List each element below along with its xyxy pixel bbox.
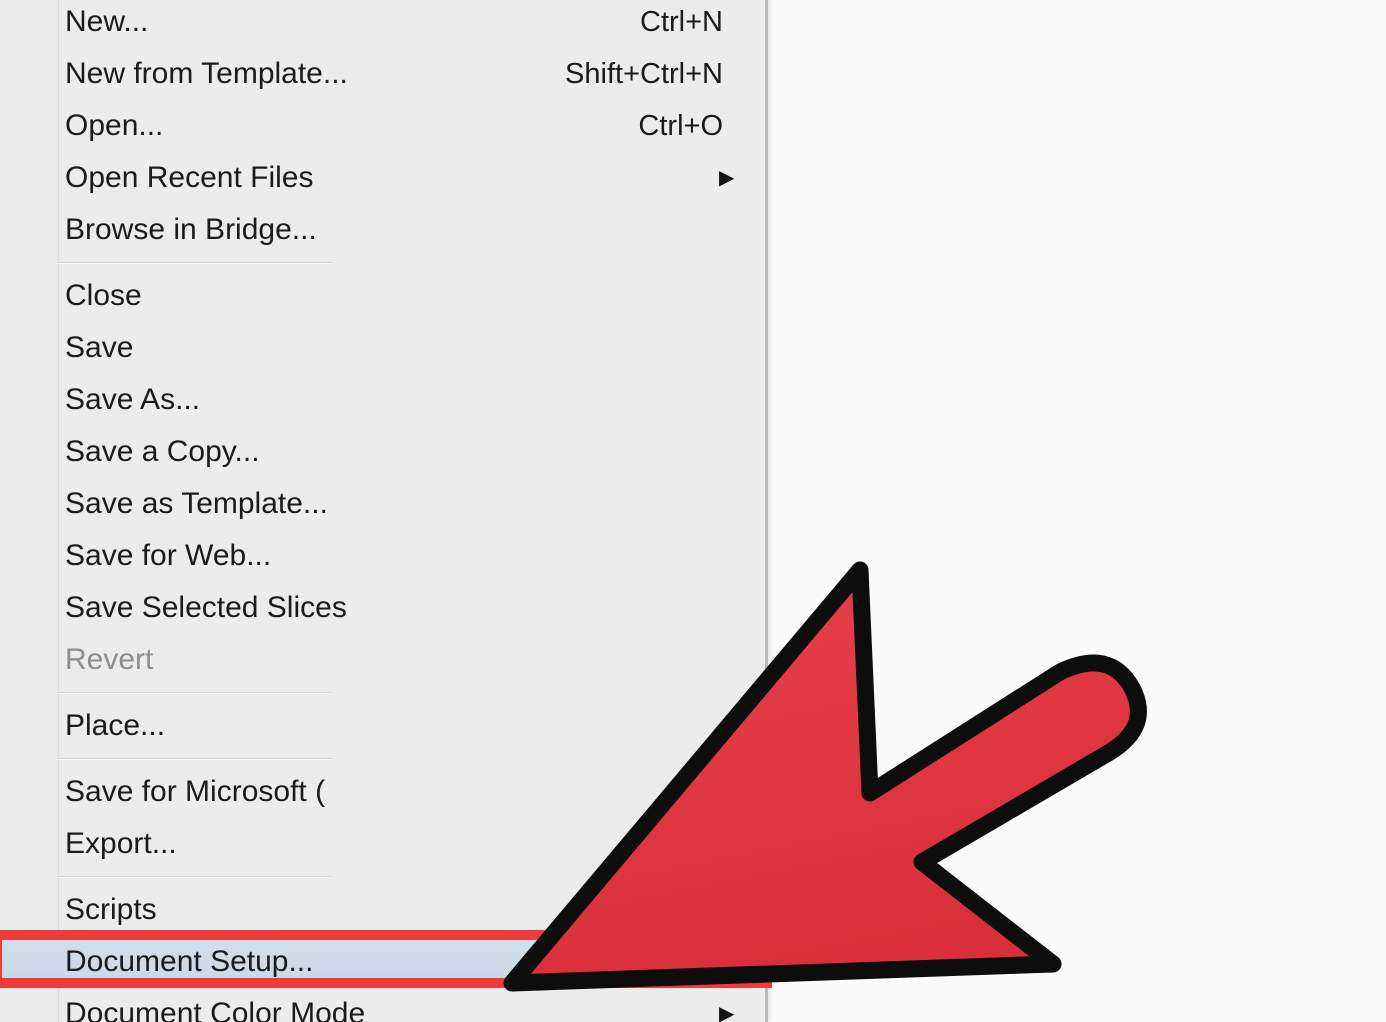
submenu-arrow-icon: ▶ (719, 1003, 735, 1022)
menu-item-scripts[interactable]: Scripts (0, 884, 765, 936)
menu-item-label: Place... (65, 709, 166, 742)
menu-item-browse-in-bridge[interactable]: Browse in Bridge... (0, 204, 765, 256)
menu-item-close[interactable]: Close (0, 270, 765, 322)
menu-item-save-selected-slices[interactable]: Save Selected Slices (0, 582, 765, 634)
menu-item-label: Document Setup... (65, 945, 314, 978)
menu-item-shortcut: Ctrl+O (638, 110, 723, 142)
menu-item-save-as[interactable]: Save As... (0, 374, 765, 426)
menu-item-shortcut: Ctrl+N (640, 6, 723, 38)
menu-item-label: Save As... (65, 383, 201, 416)
menu-item-label: Save for Microsoft ( (65, 775, 326, 808)
menu-separator (58, 758, 333, 760)
menu-item-new-from-template[interactable]: New from Template... Shift+Ctrl+N (0, 48, 765, 100)
menu-item-list: New... Ctrl+N New from Template... Shift+Ct… (0, 0, 765, 1022)
menu-item-label: Save for Web... (65, 539, 272, 572)
menu-separator (58, 692, 333, 694)
menu-item-shortcut: Shift+Ctrl+N (565, 58, 723, 90)
menu-item-label: Save (65, 331, 134, 364)
file-dropdown-menu[interactable]: New... Ctrl+N New from Template... Shift+Ct… (0, 0, 768, 1022)
menu-item-label: Close (65, 279, 142, 312)
menu-item-label: Document Color Mode (65, 997, 366, 1022)
menu-item-label: Browse in Bridge... (65, 213, 317, 246)
menu-item-label: Save a Copy... (65, 435, 260, 468)
menu-item-save-for-microsoft[interactable]: Save for Microsoft ( (0, 766, 765, 818)
menu-item-save-a-copy[interactable]: Save a Copy... (0, 426, 765, 478)
menu-item-label: Open... (65, 109, 164, 142)
menu-item-save-as-template[interactable]: Save as Template... (0, 478, 765, 530)
menu-item-revert: Revert (0, 634, 765, 686)
menu-item-label: Export... (65, 827, 177, 860)
menu-item-label: Save as Template... (65, 487, 328, 520)
menu-item-open[interactable]: Open... Ctrl+O (0, 100, 765, 152)
menu-item-save-for-web[interactable]: Save for Web... (0, 530, 765, 582)
menu-item-label: New from Template... (65, 57, 348, 90)
menu-item-label: New... (65, 5, 149, 38)
menu-item-place[interactable]: Place... (0, 700, 765, 752)
menu-item-label: Save Selected Slices (65, 591, 347, 624)
menu-item-document-setup[interactable]: Document Setup... (0, 936, 765, 988)
menu-item-label: Scripts (65, 893, 157, 926)
menu-item-document-color-mode[interactable]: Document Color Mode ▶ (0, 988, 765, 1022)
menu-item-open-recent-files[interactable]: Open Recent Files ▶ (0, 152, 765, 204)
menu-separator (58, 876, 333, 878)
menu-item-save[interactable]: Save (0, 322, 765, 374)
menu-item-new[interactable]: New... Ctrl+N (0, 0, 765, 48)
menu-item-label: Open Recent Files (65, 161, 314, 194)
menu-separator (58, 262, 333, 264)
submenu-arrow-icon: ▶ (719, 167, 735, 189)
menu-item-export[interactable]: Export... (0, 818, 765, 870)
menu-item-label: Revert (65, 643, 154, 676)
